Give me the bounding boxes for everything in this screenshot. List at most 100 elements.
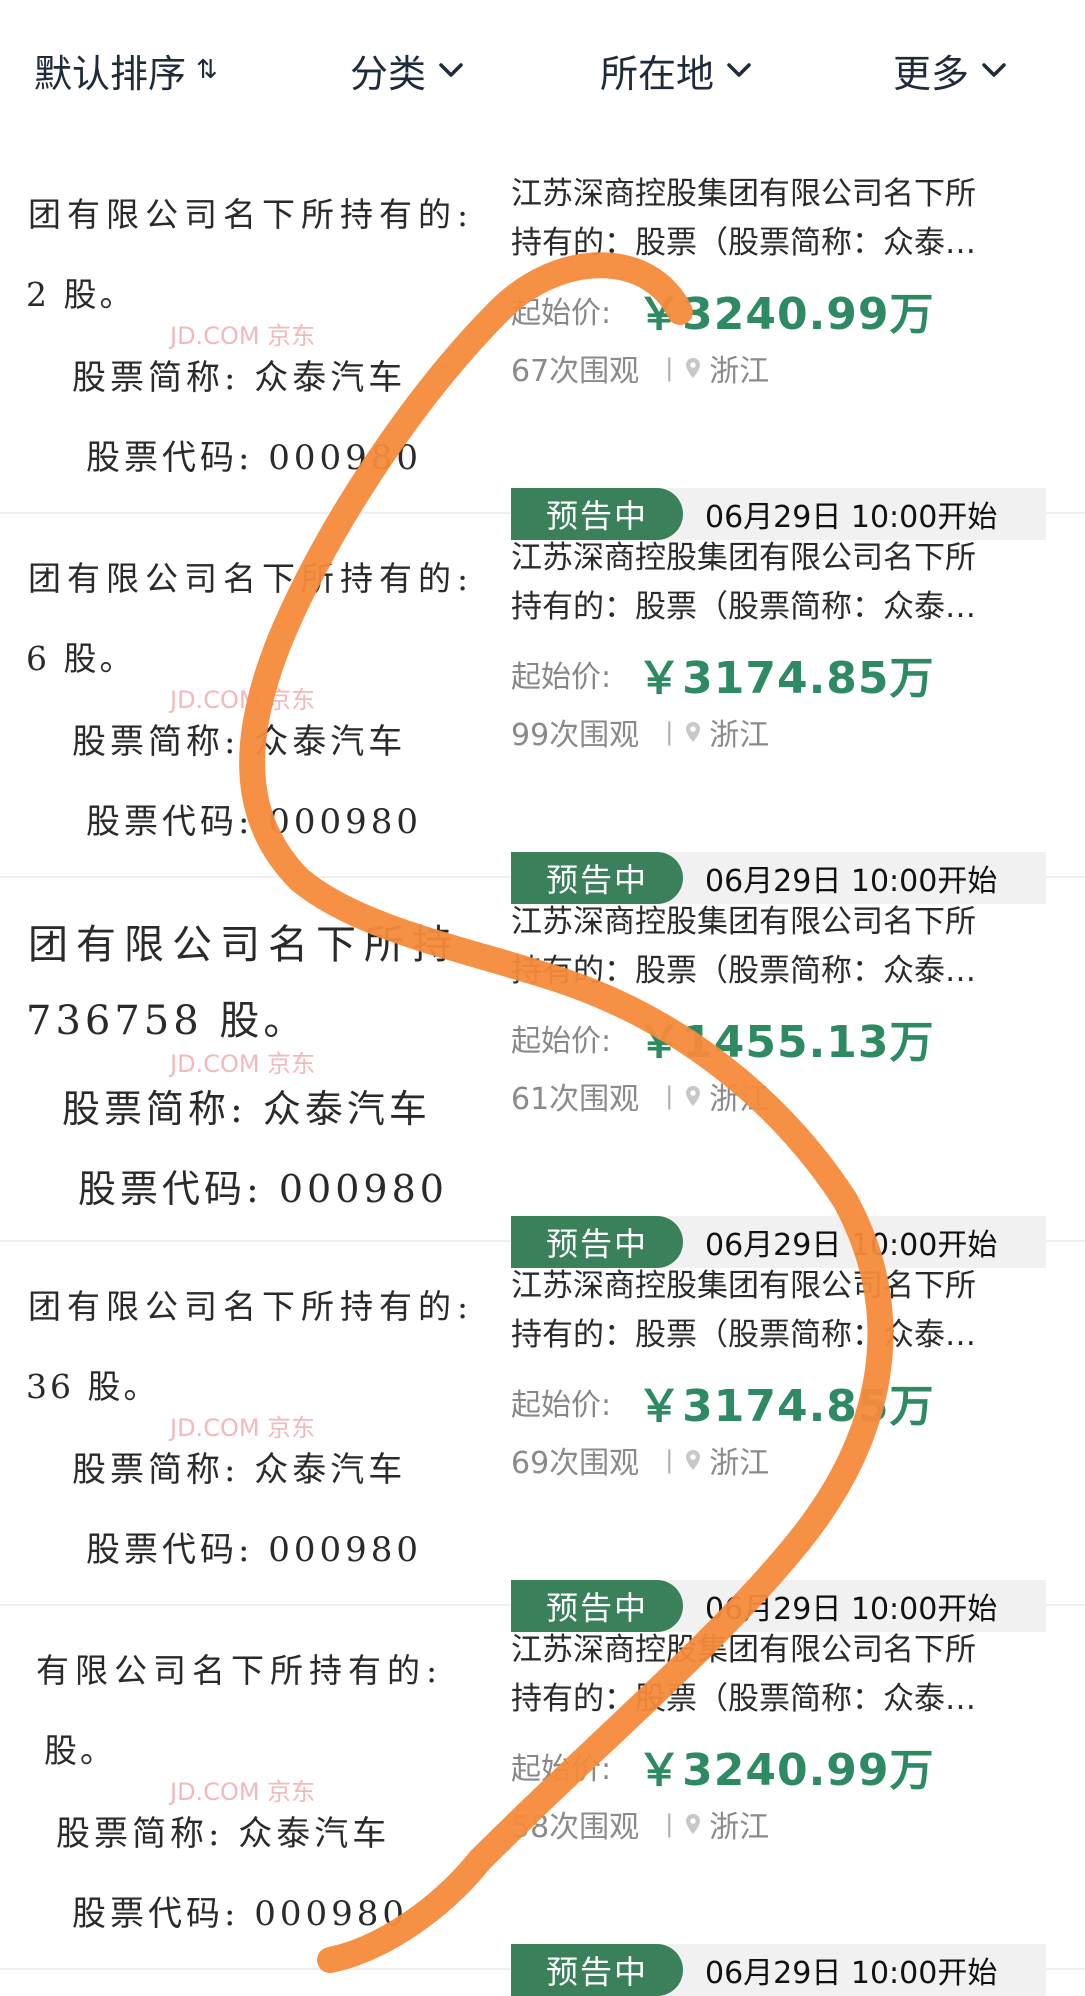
starting-price: ￥3174.85万 — [637, 1381, 935, 1432]
thumb-text: 6 股。 — [26, 639, 136, 678]
location-pin-icon — [685, 1449, 701, 1471]
item-title: 江苏深商控股集团有限公司名下所 持有的：股票（股票简称：众泰… — [511, 898, 1051, 996]
thumb-text: 股票代码: 000980 — [86, 438, 423, 478]
view-count: 67次围观 — [511, 354, 640, 389]
price-row: 起始价: ￥3240.99万 — [511, 1738, 1051, 1796]
thumb-text: 股。 — [44, 1731, 116, 1770]
thumb-text: 团有限公司名下所持有的: — [28, 1287, 475, 1326]
thumb-text: 股票简称: 众泰汽车 — [62, 1087, 431, 1131]
title-line: 江苏深商控股集团有限公司名下所 — [511, 1632, 976, 1668]
price-row: 起始价: ￥3240.99万 — [511, 282, 1051, 340]
thumb-text: 736758 股。 — [26, 998, 308, 1044]
item-thumbnail: 团有限公司名下所持有的: 36 股。 JD.COM 京东 股票简称: 众泰汽车 … — [22, 1260, 487, 1590]
title-line: 持有的：股票（股票简称：众泰… — [511, 225, 976, 261]
status-row: 预告中 06月29日 10:00开始 — [511, 1944, 1046, 1996]
starting-price: ￥3240.99万 — [637, 289, 935, 340]
divider: | — [665, 354, 674, 382]
price-row: 起始价: ￥3174.85万 — [511, 646, 1051, 704]
view-count: 58次围观 — [511, 1810, 640, 1845]
auction-item[interactable]: 团有限公司名下所持 736758 股。 JD.COM 京东 股票简称: 众泰汽车… — [0, 878, 1085, 1268]
divider: | — [665, 718, 674, 746]
category-label: 分类 — [350, 51, 427, 96]
auction-item[interactable]: 团有限公司名下所持有的: 2 股。 JD.COM 京东 股票简称: 众泰汽车 股… — [0, 150, 1085, 540]
location-label: 所在地 — [600, 51, 715, 96]
location: 浙江 — [709, 1446, 770, 1481]
auction-list: 团有限公司名下所持有的: 2 股。 JD.COM 京东 股票简称: 众泰汽车 股… — [0, 150, 1085, 1996]
item-thumbnail: 团有限公司名下所持有的: 6 股。 JD.COM 京东 股票简称: 众泰汽车 股… — [22, 532, 487, 862]
item-info: 江苏深商控股集团有限公司名下所 持有的：股票（股票简称：众泰… 起始价: ￥31… — [511, 534, 1051, 756]
title-line: 持有的：股票（股票简称：众泰… — [511, 953, 976, 989]
title-line: 持有的：股票（股票简称：众泰… — [511, 1317, 976, 1353]
item-thumbnail: 有限公司名下所持有的: 股。 JD.COM 京东 股票简称: 众泰汽车 股票代码… — [22, 1624, 487, 1954]
title-line: 持有的：股票（股票简称：众泰… — [511, 1681, 976, 1717]
status-badge: 预告中 — [511, 1944, 683, 1996]
thumb-text: 股票简称: 众泰汽车 — [56, 1814, 391, 1854]
price-label: 起始价: — [511, 1388, 612, 1423]
price-label: 起始价: — [511, 1024, 612, 1059]
divider: | — [665, 1810, 674, 1838]
thumb-text: 2 股。 — [26, 275, 136, 314]
title-line: 江苏深商控股集团有限公司名下所 — [511, 1268, 976, 1304]
thumb-text: 股票代码: 000980 — [78, 1167, 448, 1211]
auction-item[interactable]: 有限公司名下所持有的: 股。 JD.COM 京东 股票简称: 众泰汽车 股票代码… — [0, 1606, 1085, 1996]
item-title: 江苏深商控股集团有限公司名下所 持有的：股票（股票简称：众泰… — [511, 170, 1051, 268]
thumb-text: 股票简称: 众泰汽车 — [72, 722, 407, 762]
filter-bar: 默认排序 ⇅ 分类 所在地 更多 — [0, 0, 1085, 140]
starting-price: ￥3174.85万 — [637, 653, 935, 704]
location-pin-icon — [685, 1085, 701, 1107]
item-info: 江苏深商控股集团有限公司名下所 持有的：股票（股票简称：众泰… 起始价: ￥32… — [511, 170, 1051, 392]
sort-dropdown[interactable]: 默认排序 ⇅ — [34, 44, 218, 96]
watermark: JD.COM 京东 — [170, 322, 316, 350]
starting-price: ￥3240.99万 — [637, 1745, 935, 1796]
price-row: 起始价: ￥3174.85万 — [511, 1374, 1051, 1432]
meta-row: 61次围观 | 浙江 — [511, 1072, 1051, 1120]
meta-row: 99次围观 | 浙江 — [511, 708, 1051, 756]
view-count: 99次围观 — [511, 718, 640, 753]
item-thumbnail: 团有限公司名下所持 736758 股。 JD.COM 京东 股票简称: 众泰汽车… — [22, 896, 487, 1226]
thumb-text: 股票代码: 000980 — [72, 1894, 409, 1934]
item-title: 江苏深商控股集团有限公司名下所 持有的：股票（股票简称：众泰… — [511, 1262, 1051, 1360]
thumb-text: 有限公司名下所持有的: — [36, 1651, 444, 1690]
item-title: 江苏深商控股集团有限公司名下所 持有的：股票（股票简称：众泰… — [511, 1626, 1051, 1724]
thumb-text: 股票简称: 众泰汽车 — [72, 1450, 407, 1490]
item-thumbnail: 团有限公司名下所持有的: 2 股。 JD.COM 京东 股票简称: 众泰汽车 股… — [22, 168, 487, 498]
location-pin-icon — [685, 1813, 701, 1835]
location: 浙江 — [709, 718, 770, 753]
meta-row: 58次围观 | 浙江 — [511, 1800, 1051, 1848]
auction-item[interactable]: 团有限公司名下所持有的: 36 股。 JD.COM 京东 股票简称: 众泰汽车 … — [0, 1242, 1085, 1632]
item-info: 江苏深商控股集团有限公司名下所 持有的：股票（股票简称：众泰… 起始价: ￥31… — [511, 1262, 1051, 1484]
chevron-down-icon — [726, 61, 752, 79]
thumb-text: 股票代码: 000980 — [86, 1530, 423, 1570]
price-label: 起始价: — [511, 296, 612, 331]
meta-row: 67次围观 | 浙江 — [511, 344, 1051, 392]
category-dropdown[interactable]: 分类 — [350, 44, 464, 96]
location: 浙江 — [709, 1810, 770, 1845]
more-dropdown[interactable]: 更多 — [893, 44, 1007, 96]
auction-item[interactable]: 团有限公司名下所持有的: 6 股。 JD.COM 京东 股票简称: 众泰汽车 股… — [0, 514, 1085, 904]
price-label: 起始价: — [511, 660, 612, 695]
divider: | — [665, 1082, 674, 1110]
thumb-text: 团有限公司名下所持有的: — [28, 195, 475, 234]
sort-order-icon: ⇅ — [196, 55, 218, 85]
watermark: JD.COM 京东 — [170, 1778, 316, 1806]
watermark: JD.COM 京东 — [170, 1414, 316, 1442]
thumb-text: 股票简称: 众泰汽车 — [72, 358, 407, 398]
price-label: 起始价: — [511, 1752, 612, 1787]
location: 浙江 — [709, 1082, 770, 1117]
title-line: 江苏深商控股集团有限公司名下所 — [511, 540, 976, 576]
title-line: 持有的：股票（股票简称：众泰… — [511, 589, 976, 625]
item-title: 江苏深商控股集团有限公司名下所 持有的：股票（股票简称：众泰… — [511, 534, 1051, 632]
thumb-text: 团有限公司名下所持有的: — [28, 559, 475, 598]
starting-price: ￥1455.13万 — [637, 1017, 935, 1068]
watermark: JD.COM 京东 — [170, 686, 316, 714]
meta-row: 69次围观 | 浙江 — [511, 1436, 1051, 1484]
start-time: 06月29日 10:00开始 — [705, 1956, 998, 1991]
location-pin-icon — [685, 721, 701, 743]
location-dropdown[interactable]: 所在地 — [600, 44, 752, 96]
price-row: 起始价: ￥1455.13万 — [511, 1010, 1051, 1068]
watermark: JD.COM 京东 — [170, 1050, 316, 1078]
item-info: 江苏深商控股集团有限公司名下所 持有的：股票（股票简称：众泰… 起始价: ￥14… — [511, 898, 1051, 1120]
location-pin-icon — [685, 357, 701, 379]
sort-label: 默认排序 — [34, 51, 187, 96]
chevron-down-icon — [438, 61, 464, 79]
